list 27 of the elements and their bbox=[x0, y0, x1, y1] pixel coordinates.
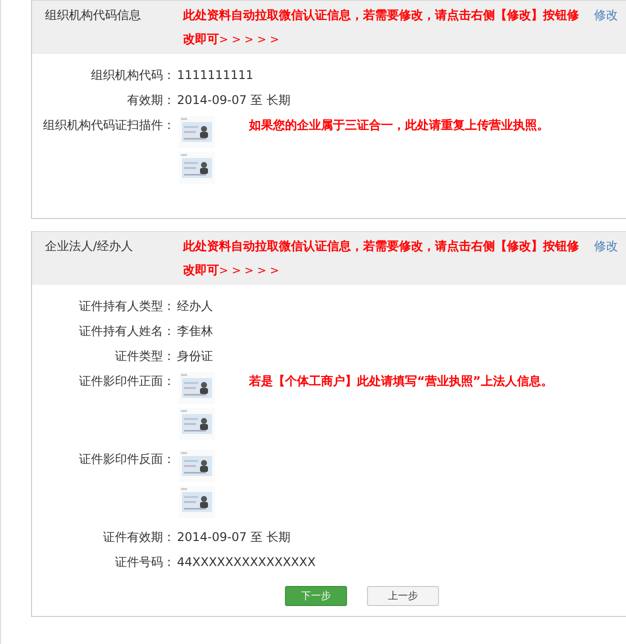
field-label: 证件影印件正面： bbox=[78, 373, 175, 390]
next-button[interactable]: 下一步 bbox=[285, 586, 347, 606]
field-value: 1111111111 bbox=[176, 67, 254, 84]
edit-link[interactable]: 修改 bbox=[594, 3, 618, 27]
field-value: 2014-09-07 至 长期 bbox=[176, 529, 290, 546]
field-label: 证件持有人类型： bbox=[78, 298, 175, 315]
field-label: 组织机构代码： bbox=[90, 67, 175, 84]
field-label: 证件类型： bbox=[114, 348, 175, 365]
field-label: 证件影印件反面： bbox=[78, 451, 175, 468]
notice-text: 此处资料自动拉取微信认证信息，若需要修改，请点击右侧【修改】按钮修改即可> > > > > bbox=[183, 238, 580, 279]
field-value: 李隹林 bbox=[176, 323, 213, 340]
field-label: 证件持有人姓名： bbox=[78, 323, 175, 340]
hint-text: 若是【个体工商户】此处请填写“营业执照”上法人信息。 bbox=[249, 373, 553, 390]
back-button[interactable]: 上一步 bbox=[367, 586, 439, 606]
field-value: 2014-09-07 至 长期 bbox=[176, 92, 290, 109]
field-label: 有效期： bbox=[126, 92, 175, 109]
panel-title: 企业法人/经办人 bbox=[45, 238, 134, 255]
field-value: 身份证 bbox=[176, 348, 213, 365]
panel-title: 组织机构代码信息 bbox=[45, 7, 142, 24]
edit-link[interactable]: 修改 bbox=[594, 234, 618, 258]
field-label: 组织机构代码证扫描件： bbox=[42, 117, 175, 134]
notice-text: 此处资料自动拉取微信认证信息，若需要修改，请点击右侧【修改】按钮修改即可> > > > > bbox=[183, 7, 580, 48]
hint-text: 如果您的企业属于三证合一，此处请重复上传营业执照。 bbox=[249, 117, 549, 134]
field-value: 44XXXXXXXXXXXXXXX bbox=[176, 554, 316, 571]
field-value: 经办人 bbox=[176, 298, 213, 315]
field-label: 证件号码： bbox=[114, 554, 175, 571]
field-label: 证件有效期： bbox=[102, 529, 175, 546]
